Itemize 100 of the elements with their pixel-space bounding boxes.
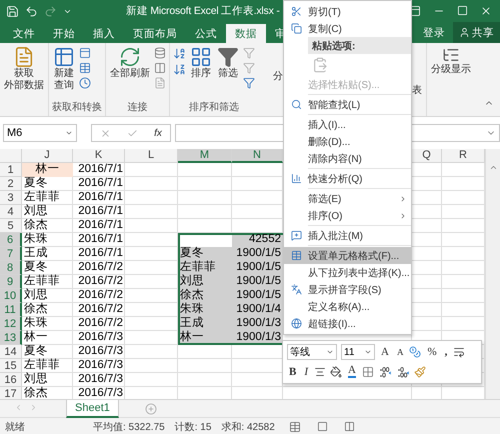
menu-item[interactable]: 筛选(E)	[284, 190, 411, 207]
italic-button[interactable]: I	[302, 364, 310, 380]
bold-button[interactable]: B	[287, 364, 298, 380]
grow-font-button[interactable]: A	[379, 344, 391, 360]
menu-item[interactable]: 定义名称(A)...	[284, 298, 411, 315]
table-cell-text: 夏冬	[23, 261, 49, 274]
row-header[interactable]: 10	[0, 289, 22, 303]
row-header[interactable]: 13	[0, 331, 22, 345]
font-name-field[interactable]: 等线	[287, 344, 337, 360]
table-cell-text: 2016/7/3	[77, 373, 124, 387]
money-icon[interactable]	[409, 346, 422, 358]
row-header[interactable]: 4	[0, 205, 22, 219]
menu-item[interactable]: 从下拉列表中选择(K)...	[284, 264, 411, 281]
new-query-button[interactable]: 新建 查询	[52, 45, 76, 93]
name-box[interactable]: M6	[3, 124, 77, 142]
table-cell-text: 夏冬	[23, 345, 49, 358]
menu-item[interactable]: 复制(C)	[284, 20, 411, 37]
refresh-all-button[interactable]: 全部刷新	[109, 45, 151, 81]
search-icon	[290, 99, 302, 110]
page-layout-icon	[316, 421, 328, 432]
chart-icon	[290, 173, 302, 184]
table-cell-text: 2016/7/1	[77, 191, 124, 205]
row-header[interactable]: 16	[0, 373, 22, 387]
insert-function-button[interactable]: fx	[154, 128, 162, 138]
row-header[interactable]: 11	[0, 303, 22, 317]
ribbon-tab[interactable]: 公式	[186, 24, 226, 43]
enter-icon	[127, 128, 138, 138]
menu-item[interactable]: 剪切(T)	[284, 3, 411, 20]
scroll-left-icon	[14, 403, 23, 412]
row-header[interactable]: 14	[0, 345, 22, 359]
menu-item[interactable]: 超链接(I)...	[284, 315, 411, 332]
menu-item[interactable]: 显示拼音字段(S)	[284, 281, 411, 298]
column-header[interactable]: K	[73, 149, 125, 163]
comma-button[interactable]: ,	[442, 344, 450, 360]
row-header[interactable]: 8	[0, 261, 22, 275]
row-header[interactable]: 7	[0, 247, 22, 261]
ribbon-tab[interactable]: 页面布局	[124, 24, 186, 43]
menu-item[interactable]: 排序(O)	[284, 207, 411, 224]
table-cell-text: 2016/7/3	[77, 387, 124, 399]
row-header[interactable]: 15	[0, 359, 22, 373]
wrap-icon[interactable]	[453, 346, 466, 358]
row-header[interactable]: 9	[0, 275, 22, 289]
column-header[interactable]: L	[125, 149, 178, 163]
group-label: 连接	[126, 101, 148, 115]
ribbon-tab[interactable]: 开始	[44, 24, 84, 43]
column-header[interactable]: R	[442, 149, 485, 163]
column-header[interactable]: Q	[412, 149, 442, 163]
table-cell: 1900/1/5	[232, 247, 283, 261]
ribbon-tab[interactable]: 插入	[84, 24, 124, 43]
table-cell-text: 2016/7/3	[77, 331, 124, 345]
font-color-button[interactable]: A	[346, 364, 358, 380]
outline-icon	[442, 46, 460, 64]
table-cell: 1900/1/5	[232, 275, 283, 289]
paint-bucket-icon[interactable]	[330, 366, 342, 378]
row-header[interactable]: 1	[0, 163, 22, 177]
format-painter-icon[interactable]	[414, 366, 426, 378]
status-text: 就绪	[5, 420, 25, 434]
menu-item[interactable]: 清除内容(N)	[284, 150, 411, 167]
scissors-icon	[290, 6, 302, 17]
column-header[interactable]: M	[178, 149, 232, 163]
table-cell-text: 王成	[23, 247, 49, 260]
menu-item[interactable]: 删除(D)...	[284, 133, 411, 150]
column-header[interactable]: N	[232, 149, 283, 163]
percent-button[interactable]: %	[425, 344, 439, 360]
column-header[interactable]: J	[22, 149, 73, 163]
ribbon-tab[interactable]: 数据	[226, 24, 266, 43]
shrink-font-button[interactable]: A	[394, 344, 406, 360]
filter-button[interactable]: 筛选	[216, 45, 240, 81]
menu-item[interactable]: 插入批注(M)	[284, 227, 411, 244]
sort-ascending-icon	[173, 47, 186, 60]
table-cell: 夏冬	[178, 247, 232, 261]
menu-item[interactable]: 智能查找(L)	[284, 96, 411, 113]
border-icon[interactable]	[362, 366, 374, 378]
menu-item[interactable]: 插入(I)...	[284, 116, 411, 133]
outline-button[interactable]: 分级显示	[430, 45, 472, 77]
increase-decimal-icon[interactable]	[378, 366, 392, 378]
table-cell-text: 2016/7/1	[77, 233, 124, 247]
row-header[interactable]: 6	[0, 233, 22, 247]
ribbon-tab[interactable]: 文件	[4, 24, 44, 43]
scroll-right-icon	[29, 403, 38, 412]
row-header[interactable]: 3	[0, 191, 22, 205]
align-center-icon[interactable]	[314, 366, 326, 378]
get-external-data-button[interactable]: 获取 外部数据	[3, 45, 45, 93]
table-icon	[53, 46, 75, 68]
row-header[interactable]: 5	[0, 219, 22, 233]
share-button[interactable]: 共享	[453, 22, 500, 43]
sign-in-link[interactable]: 登录	[415, 26, 453, 40]
menu-item[interactable]: 快速分析(Q)	[284, 170, 411, 187]
decrease-decimal-icon[interactable]	[396, 366, 410, 378]
row-header[interactable]: 12	[0, 317, 22, 331]
font-size-field[interactable]: 11	[341, 344, 375, 360]
window-title: 新建 Microsoft Excel 工作表.xlsx -	[126, 4, 280, 18]
row-header[interactable]: 2	[0, 177, 22, 191]
sheet-tab[interactable]: Sheet1	[66, 400, 119, 418]
sort-button[interactable]: 排序	[189, 45, 213, 81]
filter-icon	[217, 46, 239, 68]
button-label: 分	[273, 70, 283, 83]
menu-item[interactable]: 设置单元格格式(F)...	[284, 247, 411, 264]
row-header[interactable]: 17	[0, 387, 22, 399]
page-break-icon	[344, 421, 355, 432]
